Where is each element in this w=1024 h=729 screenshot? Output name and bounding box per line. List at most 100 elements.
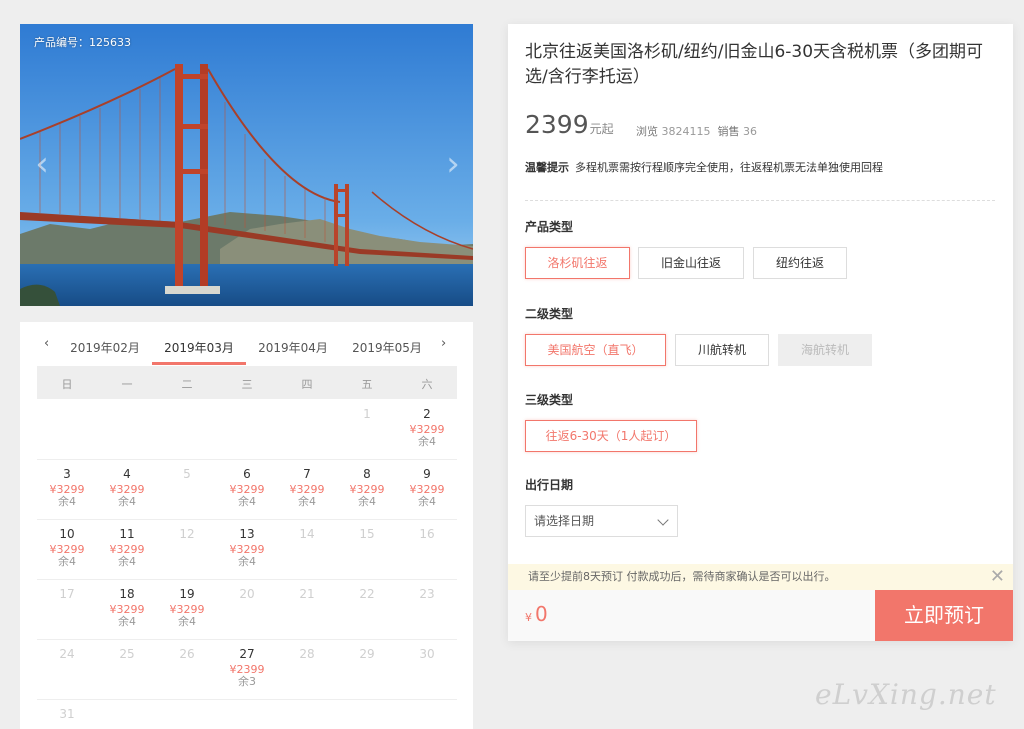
next-month-icon[interactable]: › (441, 336, 446, 351)
calendar-day: 5 (157, 459, 217, 519)
day-number: 18 (119, 587, 135, 601)
day-number: 26 (179, 647, 195, 661)
calendar-day[interactable]: 10 ¥3299 余4 (37, 519, 97, 579)
calendar-day[interactable]: 7 ¥3299 余4 (277, 459, 337, 519)
weekday-label: 五 (361, 378, 373, 391)
day-remaining: 余4 (178, 615, 196, 628)
option-type-la[interactable]: 洛杉矶往返 (525, 247, 630, 279)
calendar-day[interactable]: 2 ¥3299 余4 (397, 399, 457, 459)
booking-footer: ¥0 立即预订 (508, 590, 1013, 641)
day-number: 31 (59, 707, 75, 721)
calendar-day[interactable]: 6 ¥3299 余4 (217, 459, 277, 519)
golden-gate-bridge-photo (20, 24, 473, 306)
day-number: 28 (299, 647, 315, 661)
tab-month-feb[interactable]: 2019年02月 (55, 339, 155, 356)
travel-date-select[interactable]: 请选择日期 (525, 505, 678, 537)
calendar-day[interactable]: 4 ¥3299 余4 (97, 459, 157, 519)
day-number: 6 (243, 467, 251, 481)
tab-month-may[interactable]: 2019年05月 (337, 339, 437, 356)
divider (525, 200, 995, 201)
price-value: 2399 (525, 110, 589, 139)
day-number: 27 (239, 647, 255, 661)
weekday-label: 日 (61, 378, 73, 391)
calendar-day: 17 (37, 579, 97, 639)
warm-tip: 温馨提示 多程机票需按行程顺序完全使用，往返程机票无法单独使用回程 (525, 159, 883, 175)
day-remaining: 余4 (58, 555, 76, 568)
day-number: 3 (63, 467, 71, 481)
day-number: 5 (183, 467, 191, 481)
price-unit: 元起 (589, 122, 614, 136)
day-number: 29 (359, 647, 375, 661)
tab-month-apr[interactable]: 2019年04月 (243, 339, 343, 356)
product-title: 北京往返美国洛杉矶/纽约/旧金山6-30天含税机票（多团期可选/含行李托运） (525, 42, 984, 87)
calendar-day[interactable]: 18 ¥3299 余4 (97, 579, 157, 639)
calendar-day: 1 (337, 399, 397, 459)
calendar-day: 12 (157, 519, 217, 579)
calendar-day[interactable]: 8 ¥3299 余4 (337, 459, 397, 519)
image-prev-arrow-icon[interactable]: ‹ (28, 142, 56, 186)
day-number: 11 (119, 527, 135, 541)
option-type-ny[interactable]: 纽约往返 (753, 247, 847, 279)
product-panel: 北京往返美国洛杉矶/纽约/旧金山6-30天含税机票（多团期可选/含行李托运） 2… (508, 24, 1013, 641)
day-remaining: 余4 (118, 495, 136, 508)
day-number: 21 (299, 587, 315, 601)
watermark: eLvXing.net (815, 678, 997, 711)
date-placeholder: 请选择日期 (534, 514, 595, 528)
calendar-day[interactable]: 13 ¥3299 余4 (217, 519, 277, 579)
tip-text: 多程机票需按行程顺序完全使用，往返程机票无法单独使用回程 (575, 161, 883, 174)
calendar-day: 23 (397, 579, 457, 639)
day-number: 7 (303, 467, 311, 481)
product-image: 产品编号：125633 ‹ › (20, 24, 473, 306)
calendar-day: 21 (277, 579, 337, 639)
weekday-label: 三 (241, 378, 253, 391)
close-icon[interactable]: ✕ (990, 564, 1005, 590)
views-label: 浏览 (636, 125, 658, 138)
image-next-arrow-icon[interactable]: › (439, 142, 467, 186)
currency-symbol: ¥ (525, 611, 532, 624)
option-type-sf[interactable]: 旧金山往返 (638, 247, 744, 279)
calendar-day[interactable]: 9 ¥3299 余4 (397, 459, 457, 519)
day-remaining: 余4 (238, 495, 256, 508)
prev-month-icon[interactable]: ‹ (44, 336, 49, 351)
day-remaining: 余4 (118, 555, 136, 568)
product-code: 产品编号：125633 (34, 36, 131, 49)
weekday-label: 一 (121, 378, 133, 391)
option-sub-hainan: 海航转机 (778, 334, 872, 366)
calendar-day[interactable]: 3 ¥3299 余4 (37, 459, 97, 519)
day-number: 9 (423, 467, 431, 481)
day-number: 4 (123, 467, 131, 481)
option-sub-sichuan[interactable]: 川航转机 (675, 334, 769, 366)
day-number: 2 (423, 407, 431, 421)
product-type-label: 产品类型 (525, 220, 574, 234)
day-remaining: 余4 (358, 495, 376, 508)
book-now-button[interactable]: 立即预订 (875, 590, 1013, 641)
day-remaining: 余4 (418, 435, 436, 448)
calendar-day[interactable]: 19 ¥3299 余4 (157, 579, 217, 639)
tab-month-mar[interactable]: 2019年03月 (149, 339, 249, 356)
sub-type-label: 二级类型 (525, 307, 574, 321)
product-price: 2399元起 (525, 110, 614, 139)
day-number: 10 (59, 527, 75, 541)
option-third-6-30[interactable]: 往返6-30天（1人起订） (525, 420, 697, 452)
day-number: 13 (239, 527, 255, 541)
day-remaining: 余4 (118, 615, 136, 628)
weekday-header: 日一二三四五六 (37, 366, 457, 399)
day-number: 12 (179, 527, 195, 541)
total-value: 0 (535, 602, 548, 626)
booking-notice: 请至少提前8天预订 付款成功后，需待商家确认是否可以出行。 ✕ (508, 564, 1013, 590)
calendar-day[interactable]: 11 ¥3299 余4 (97, 519, 157, 579)
views-count: 3824115 (661, 125, 711, 138)
total-price: ¥0 (525, 602, 548, 626)
calendar-day: 26 (157, 639, 217, 699)
travel-date-label: 出行日期 (525, 478, 574, 492)
week-divider (37, 699, 457, 700)
day-number: 23 (419, 587, 435, 601)
chevron-down-icon (657, 514, 669, 526)
day-number: 22 (359, 587, 375, 601)
option-sub-american[interactable]: 美国航空（直飞） (525, 334, 666, 366)
active-month-indicator (152, 362, 246, 365)
weekday-label: 四 (301, 378, 313, 391)
day-number: 25 (119, 647, 135, 661)
calendar-day: 22 (337, 579, 397, 639)
calendar-day[interactable]: 27 ¥2399 余3 (217, 639, 277, 699)
